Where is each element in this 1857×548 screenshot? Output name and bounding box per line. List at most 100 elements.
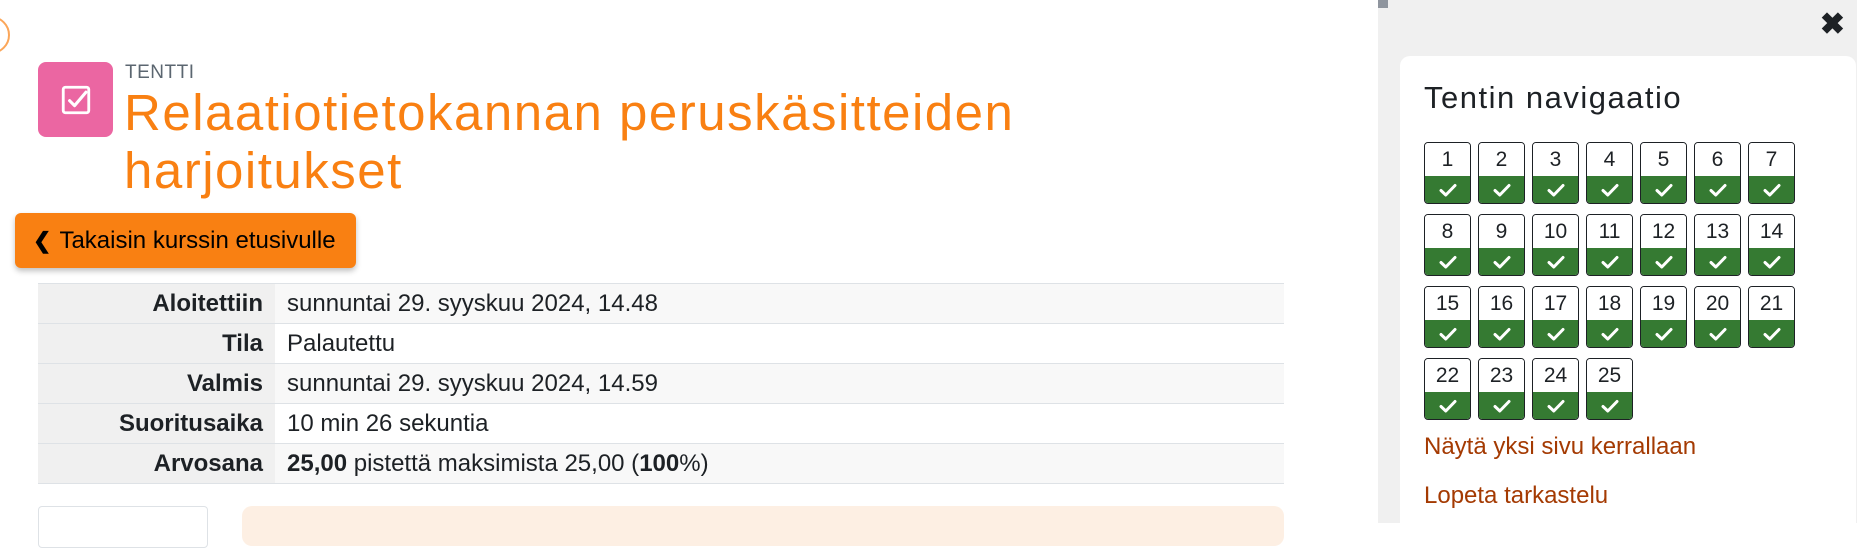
check-icon bbox=[1533, 176, 1578, 203]
activity-type-label: TENTTI bbox=[125, 62, 195, 83]
close-icon[interactable]: ✖ bbox=[1820, 10, 1845, 40]
grade-points: 25,00 bbox=[287, 449, 348, 477]
check-icon bbox=[1749, 176, 1794, 203]
question-number: 7 bbox=[1749, 143, 1794, 176]
question-nav-button[interactable]: 25 bbox=[1586, 358, 1633, 420]
question-nav-button[interactable]: 20 bbox=[1694, 286, 1741, 348]
grade-percent: 100 bbox=[639, 449, 680, 477]
question-number: 23 bbox=[1479, 359, 1524, 392]
check-icon bbox=[1479, 248, 1524, 275]
grade-label: Arvosana bbox=[38, 443, 275, 484]
question-nav-button[interactable]: 14 bbox=[1748, 214, 1795, 276]
question-nav-button[interactable]: 10 bbox=[1532, 214, 1579, 276]
question-nav-button[interactable]: 21 bbox=[1748, 286, 1795, 348]
check-icon bbox=[1695, 320, 1740, 347]
check-icon bbox=[1587, 248, 1632, 275]
row-label: Aloitettiin bbox=[38, 283, 275, 324]
question-number: 18 bbox=[1587, 287, 1632, 320]
question-number: 19 bbox=[1641, 287, 1686, 320]
show-one-page-link[interactable]: Näytä yksi sivu kerrallaan bbox=[1424, 433, 1696, 461]
drawer-scrollbar[interactable] bbox=[1378, 0, 1388, 8]
question-nav-button[interactable]: 2 bbox=[1478, 142, 1525, 204]
question-number: 2 bbox=[1479, 143, 1524, 176]
question-nav-button[interactable]: 4 bbox=[1586, 142, 1633, 204]
check-icon bbox=[1641, 320, 1686, 347]
question-nav-button[interactable]: 5 bbox=[1640, 142, 1687, 204]
row-label: Suoritusaika bbox=[38, 403, 275, 444]
question-number: 9 bbox=[1479, 215, 1524, 248]
question-nav-button[interactable]: 12 bbox=[1640, 214, 1687, 276]
table-row: Valmis sunnuntai 29. syyskuu 2024, 14.59 bbox=[38, 363, 1284, 404]
question-nav-button[interactable]: 22 bbox=[1424, 358, 1471, 420]
question-number: 15 bbox=[1425, 287, 1470, 320]
feedback-alert bbox=[242, 506, 1284, 546]
question-nav-button[interactable]: 16 bbox=[1478, 286, 1525, 348]
question-number: 5 bbox=[1641, 143, 1686, 176]
check-icon bbox=[1479, 320, 1524, 347]
question-number: 8 bbox=[1425, 215, 1470, 248]
question-number: 17 bbox=[1533, 287, 1578, 320]
check-icon bbox=[1479, 392, 1524, 419]
question-number: 4 bbox=[1587, 143, 1632, 176]
quiz-activity-icon bbox=[38, 62, 113, 137]
question-nav-button[interactable]: 8 bbox=[1424, 214, 1471, 276]
quiz-navigation-block: Tentin navigaatio 1 2 3 4 5 6 7 8 9 10 11 12 13 14 15 1… bbox=[1400, 56, 1856, 536]
quiz-navigation-drawer: ✖ Tentin navigaatio 1 2 3 4 5 6 7 8 9 10 11 12 13 14 1… bbox=[1378, 0, 1857, 536]
table-row: Tila Palautettu bbox=[38, 323, 1284, 364]
grade-value: 25,00 pistettä maksimista 25,00 (100%) bbox=[275, 443, 1284, 484]
question-number: 21 bbox=[1749, 287, 1794, 320]
chevron-left-icon: ❮ bbox=[33, 227, 52, 253]
table-row: Aloitettiin sunnuntai 29. syyskuu 2024, … bbox=[38, 283, 1284, 324]
grade-text-end: %) bbox=[679, 449, 709, 477]
back-to-course-label: Takaisin kurssin etusivulle bbox=[59, 226, 336, 254]
question-number: 20 bbox=[1695, 287, 1740, 320]
check-icon bbox=[1533, 248, 1578, 275]
question-number: 3 bbox=[1533, 143, 1578, 176]
question-number: 24 bbox=[1533, 359, 1578, 392]
row-value: Palautettu bbox=[275, 323, 1284, 364]
question-nav-button[interactable]: 3 bbox=[1532, 142, 1579, 204]
check-icon bbox=[1641, 176, 1686, 203]
attempt-summary-table: Aloitettiin sunnuntai 29. syyskuu 2024, … bbox=[38, 283, 1284, 484]
decorative-circle bbox=[0, 16, 10, 54]
question-nav-button[interactable]: 6 bbox=[1694, 142, 1741, 204]
question-nav-button[interactable]: 13 bbox=[1694, 214, 1741, 276]
check-icon bbox=[1749, 320, 1794, 347]
check-icon bbox=[1587, 320, 1632, 347]
check-icon bbox=[1425, 320, 1470, 347]
question-nav-button[interactable]: 7 bbox=[1748, 142, 1795, 204]
grade-text: pistettä maksimista 25,00 ( bbox=[347, 449, 640, 477]
check-icon bbox=[1533, 320, 1578, 347]
question-nav-button[interactable]: 17 bbox=[1532, 286, 1579, 348]
question-number: 22 bbox=[1425, 359, 1470, 392]
question-nav-button[interactable]: 23 bbox=[1478, 358, 1525, 420]
question-number: 25 bbox=[1587, 359, 1632, 392]
back-to-course-button[interactable]: ❮ Takaisin kurssin etusivulle bbox=[15, 213, 356, 268]
check-icon bbox=[1425, 248, 1470, 275]
row-value: 10 min 26 sekuntia bbox=[275, 403, 1284, 444]
question-nav-button[interactable]: 15 bbox=[1424, 286, 1471, 348]
question-nav-button[interactable]: 18 bbox=[1586, 286, 1633, 348]
row-value: sunnuntai 29. syyskuu 2024, 14.59 bbox=[275, 363, 1284, 404]
check-icon bbox=[1587, 176, 1632, 203]
row-label: Valmis bbox=[38, 363, 275, 404]
check-icon bbox=[1695, 248, 1740, 275]
table-row: Arvosana 25,00 pistettä maksimista 25,00… bbox=[38, 443, 1284, 484]
question-nav-button[interactable]: 9 bbox=[1478, 214, 1525, 276]
question-nav-button[interactable]: 19 bbox=[1640, 286, 1687, 348]
question-nav-button[interactable]: 11 bbox=[1586, 214, 1633, 276]
question-number: 14 bbox=[1749, 215, 1794, 248]
table-row: Suoritusaika 10 min 26 sekuntia bbox=[38, 403, 1284, 444]
question-number: 12 bbox=[1641, 215, 1686, 248]
row-value: sunnuntai 29. syyskuu 2024, 14.48 bbox=[275, 283, 1284, 324]
question-number: 10 bbox=[1533, 215, 1578, 248]
page-title: Relaatiotietokannan peruskäsitteiden har… bbox=[124, 84, 1015, 199]
question-number: 11 bbox=[1587, 215, 1632, 248]
check-icon bbox=[1479, 176, 1524, 203]
question-nav-button[interactable]: 1 bbox=[1424, 142, 1471, 204]
finish-review-link[interactable]: Lopeta tarkastelu bbox=[1424, 482, 1608, 510]
checkbox-icon bbox=[61, 85, 90, 114]
check-icon bbox=[1425, 176, 1470, 203]
check-icon bbox=[1641, 248, 1686, 275]
question-nav-button[interactable]: 24 bbox=[1532, 358, 1579, 420]
